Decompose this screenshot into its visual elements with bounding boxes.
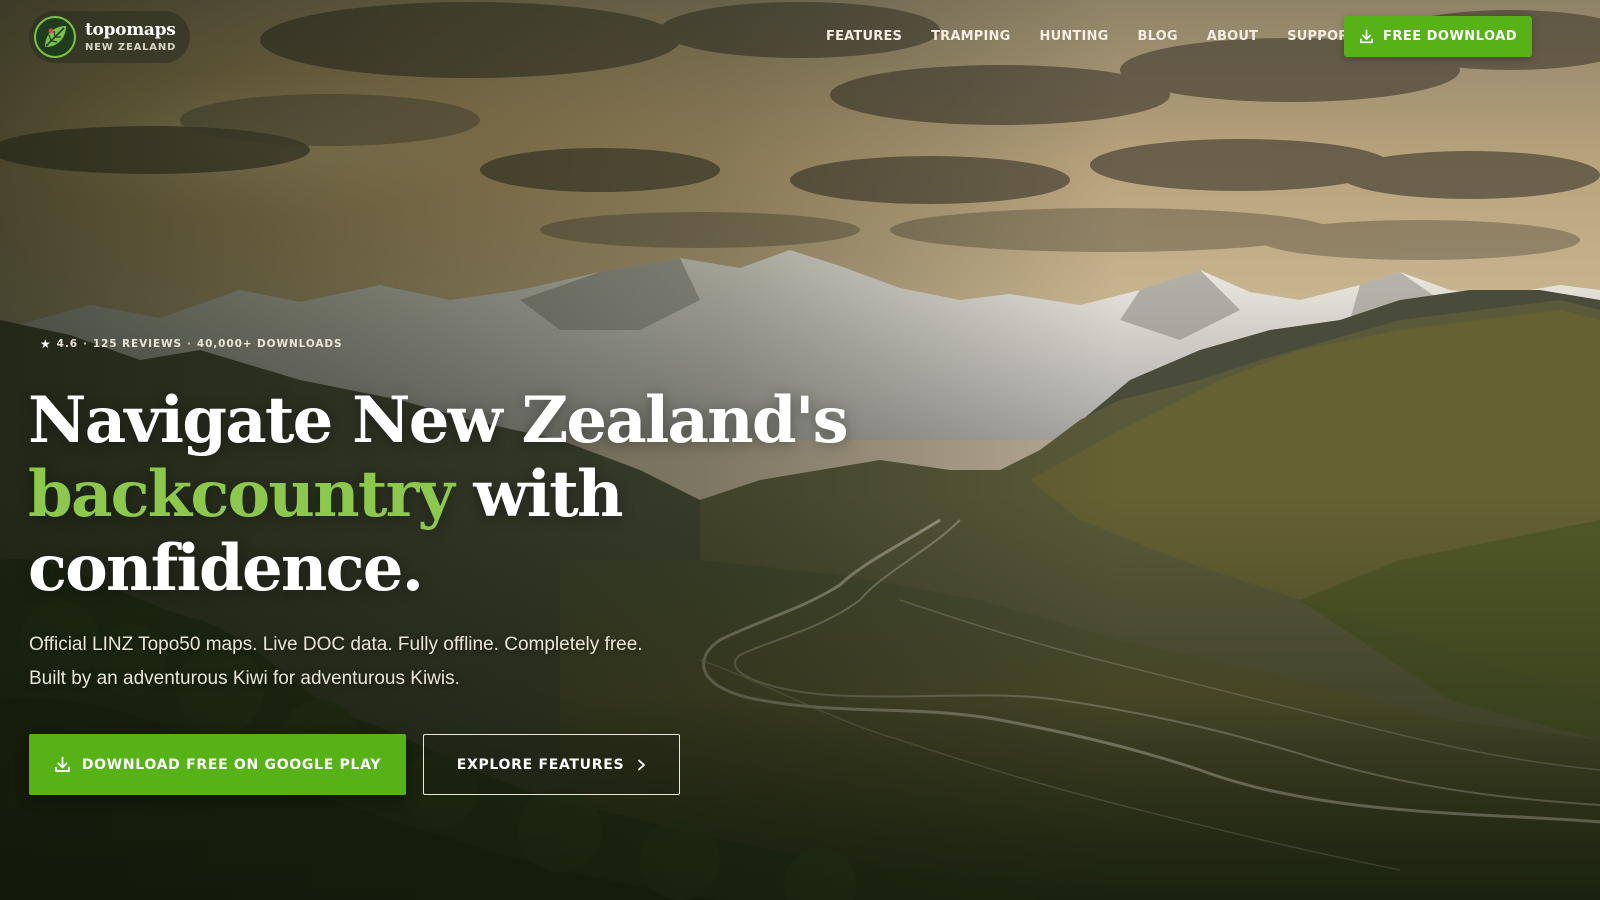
hero-section: topomaps NEW ZEALAND FEATURES TRAMPING H… [0,0,1600,900]
rating-separator: · [82,338,88,350]
free-download-label: FREE DOWNLOAD [1382,29,1518,44]
logo-tagline: NEW ZEALAND [85,41,177,53]
logo-name: topomaps [85,19,176,40]
headline-accent: backcountry [28,457,455,532]
rating-reviews: 125 REVIEWS [92,338,182,350]
chevron-right-icon [637,759,646,771]
nav-links: FEATURES TRAMPING HUNTING BLOG ABOUT SUP… [826,24,1357,48]
headline-part-1: Navigate New Zealand's [28,383,849,458]
download-icon [1359,29,1373,44]
star-icon: ★ [40,337,52,351]
download-google-play-label: DOWNLOAD FREE ON GOOGLE PLAY [81,756,382,773]
rating-downloads: 40,000+ DOWNLOADS [196,338,343,350]
free-download-button[interactable]: FREE DOWNLOAD [1344,16,1532,57]
nav-link-blog[interactable]: BLOG [1137,29,1177,44]
leaf-map-icon [34,16,76,58]
nav-link-tramping[interactable]: TRAMPING [931,29,1010,44]
nav-link-hunting[interactable]: HUNTING [1039,29,1108,44]
rating-score: 4.6 [56,338,78,350]
rating-summary: ★ 4.6 · 125 REVIEWS · 40,000+ DOWNLOADS [40,337,343,351]
hero-subtext: Official LINZ Topo50 maps. Live DOC data… [29,634,643,689]
hero-headline: Navigate New Zealand's backcountry with … [28,384,888,606]
download-icon [55,756,70,772]
explore-features-button[interactable]: EXPLORE FEATURES [423,734,680,795]
explore-features-label: EXPLORE FEATURES [456,756,625,773]
top-navigation: topomaps NEW ZEALAND FEATURES TRAMPING H… [0,0,1600,72]
download-google-play-button[interactable]: DOWNLOAD FREE ON GOOGLE PLAY [29,734,406,795]
logo-home-link[interactable]: topomaps NEW ZEALAND [29,11,190,63]
rating-separator: · [186,338,192,350]
nav-link-features[interactable]: FEATURES [826,29,902,44]
nav-link-about[interactable]: ABOUT [1207,29,1258,44]
